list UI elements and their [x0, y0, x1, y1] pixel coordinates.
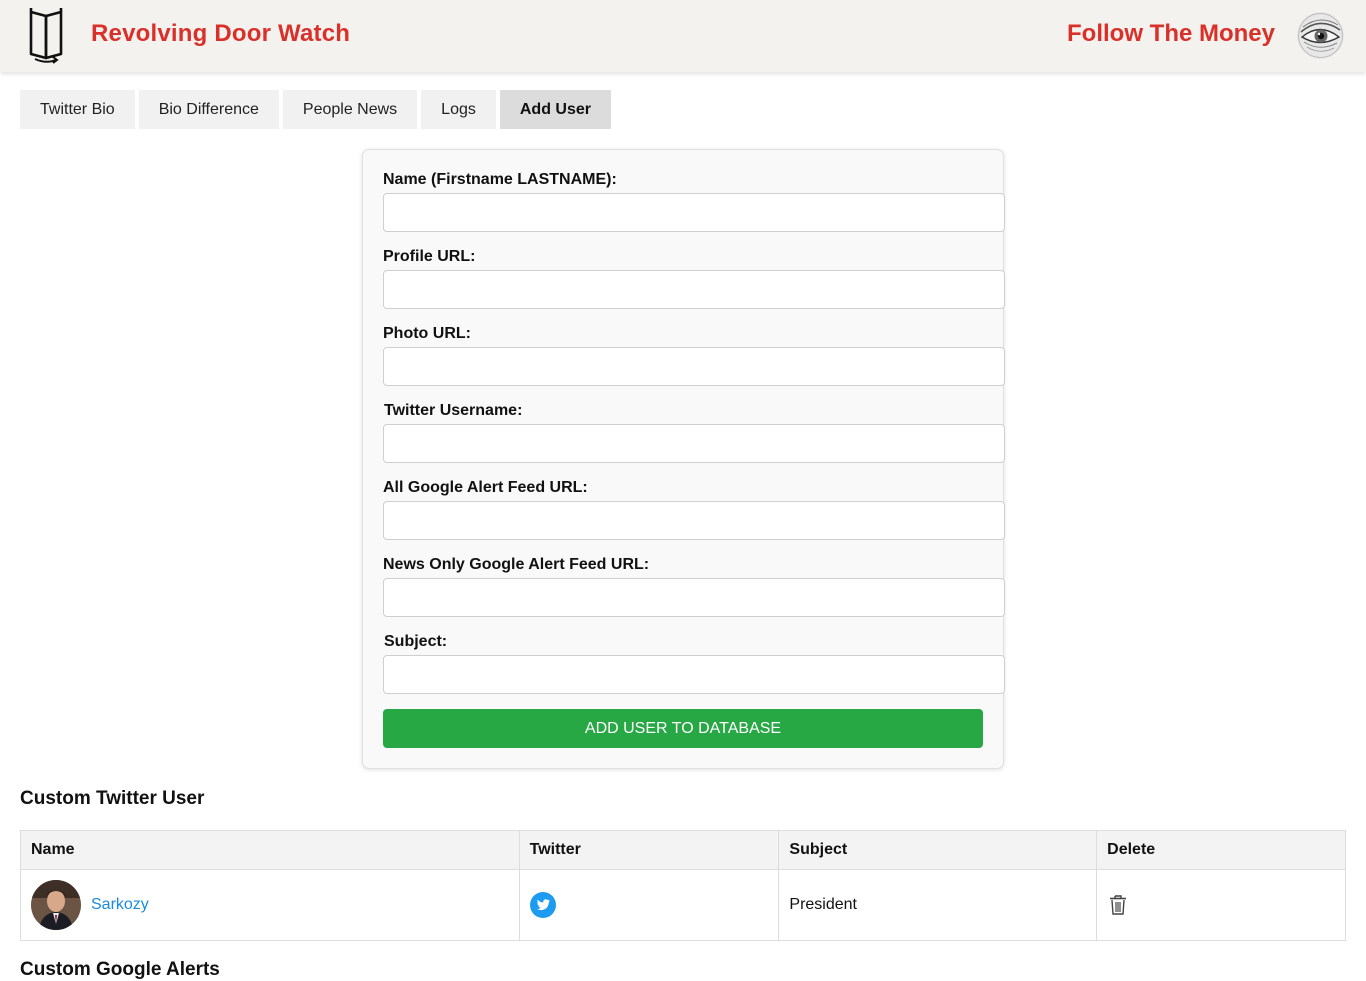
- follow-the-money-link[interactable]: Follow The Money: [1067, 20, 1275, 48]
- custom-twitter-title: Custom Twitter User: [20, 788, 205, 809]
- column-header-name[interactable]: Name: [20, 830, 520, 870]
- twitter-icon[interactable]: [529, 892, 556, 918]
- news-google-alert-input[interactable]: [383, 578, 1005, 617]
- column-header-twitter[interactable]: Twitter: [518, 830, 780, 870]
- table-header-row: Name Twitter Subject Delete: [20, 830, 1346, 870]
- trash-icon[interactable]: [1108, 894, 1128, 916]
- tab-people-news[interactable]: People News: [282, 90, 418, 129]
- subject-label: Subject:: [384, 633, 448, 650]
- column-header-delete[interactable]: Delete: [1096, 830, 1346, 870]
- add-user-button[interactable]: ADD USER TO DATABASE: [383, 709, 983, 748]
- app-header: Revolving Door Watch Follow The Money: [0, 0, 1366, 72]
- name-input[interactable]: [383, 193, 1005, 232]
- twitter-username-input[interactable]: [383, 424, 1005, 463]
- name-label: Name (Firstname LASTNAME):: [383, 171, 617, 188]
- photo-url-label: Photo URL:: [383, 325, 471, 342]
- add-user-form: Name (Firstname LASTNAME): Profile URL: …: [362, 149, 1005, 769]
- photo-url-input[interactable]: [383, 347, 1005, 386]
- custom-twitter-table: Name Twitter Subject Delete Sarkozy Pres…: [20, 830, 1346, 941]
- tab-bio-difference[interactable]: Bio Difference: [138, 90, 279, 129]
- eye-icon[interactable]: [1297, 12, 1344, 59]
- column-header-subject[interactable]: Subject: [778, 830, 1098, 870]
- tab-logs[interactable]: Logs: [421, 90, 496, 129]
- delete-cell: [1096, 869, 1346, 941]
- subject-cell: President: [778, 869, 1098, 941]
- news-google-alert-label: News Only Google Alert Feed URL:: [383, 556, 650, 573]
- all-google-alert-label: All Google Alert Feed URL:: [383, 479, 588, 496]
- profile-url-input[interactable]: [383, 270, 1005, 309]
- revolving-door-logo-icon[interactable]: [26, 6, 66, 64]
- all-google-alert-input[interactable]: [383, 501, 1005, 540]
- avatar: [31, 880, 81, 930]
- twitter-cell: [518, 869, 780, 941]
- tab-twitter-bio[interactable]: Twitter Bio: [20, 90, 135, 129]
- twitter-username-label: Twitter Username:: [384, 402, 523, 419]
- subject-input[interactable]: [383, 655, 1005, 694]
- profile-url-label: Profile URL:: [383, 248, 476, 265]
- table-row: Sarkozy President: [20, 869, 1346, 941]
- user-name-link[interactable]: Sarkozy: [91, 896, 149, 914]
- app-title: Revolving Door Watch: [91, 20, 351, 47]
- name-cell: Sarkozy: [20, 869, 520, 941]
- tab-add-user[interactable]: Add User: [499, 90, 611, 129]
- main-tabs: Twitter Bio Bio Difference People News L…: [20, 90, 611, 129]
